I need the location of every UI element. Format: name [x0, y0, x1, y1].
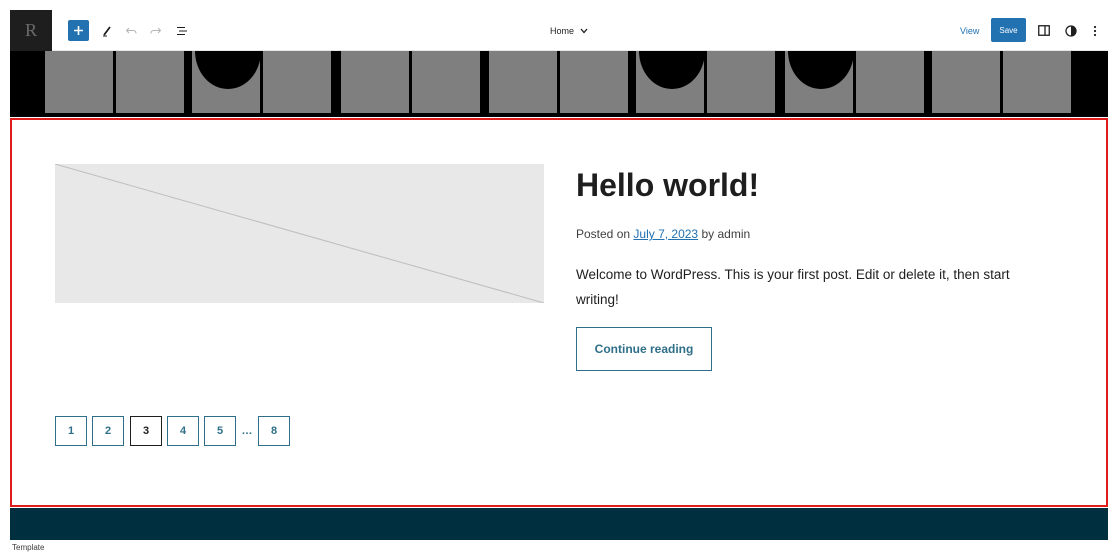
site-logo[interactable]: R	[10, 10, 52, 51]
page-number: 1	[67, 425, 75, 437]
tools-button[interactable]	[98, 10, 116, 51]
page-link-last[interactable]: 8	[258, 416, 290, 446]
footer-template-part[interactable]	[10, 508, 1108, 540]
meta-by: by	[701, 227, 715, 241]
styles-button[interactable]	[1062, 10, 1080, 51]
page-number: 5	[216, 425, 224, 437]
post-meta: Posted on July 7, 2023 by admin	[576, 227, 750, 241]
document-title: Home	[550, 25, 575, 36]
site-logo-glyph: R	[24, 20, 37, 40]
plus-icon	[74, 26, 83, 35]
post-date-link[interactable]: July 7, 2023	[633, 227, 698, 241]
page-link-5[interactable]: 5	[204, 416, 236, 446]
post-excerpt: Welcome to WordPress. This is your first…	[576, 267, 1010, 307]
meta-prefix: Posted on	[576, 227, 631, 241]
query-loop-block[interactable]: Hello world! Posted on July 7, 2023 by a…	[10, 118, 1108, 507]
block-breadcrumb[interactable]: Template	[12, 543, 44, 552]
post-title[interactable]: Hello world!	[576, 164, 759, 206]
header-pattern	[10, 51, 1108, 117]
featured-image-placeholder[interactable]	[54, 163, 545, 304]
list-view-button[interactable]	[174, 10, 190, 51]
page-number: 2	[104, 425, 112, 437]
save-label: Save	[999, 25, 1018, 35]
document-title-selector[interactable]: Home	[550, 10, 588, 51]
sidebar-toggle-icon	[1038, 25, 1050, 36]
pagination-ellipsis: …	[241, 425, 253, 437]
chevron-down-icon	[580, 28, 588, 33]
half-circle-icon	[1065, 24, 1077, 37]
view-label: View	[960, 25, 980, 36]
page-link-1[interactable]: 1	[55, 416, 87, 446]
undo-icon	[125, 27, 137, 34]
settings-toggle-button[interactable]	[1035, 10, 1053, 51]
view-button[interactable]: View	[960, 10, 979, 51]
list-view-icon	[177, 26, 187, 35]
redo-button[interactable]	[148, 10, 164, 51]
page-current-3: 3	[130, 416, 162, 446]
page-number: 3	[142, 425, 150, 437]
post-author: admin	[717, 227, 751, 241]
page-number: 8	[270, 425, 278, 437]
more-vertical-icon	[1093, 25, 1097, 36]
options-button[interactable]	[1088, 10, 1102, 51]
redo-icon	[150, 27, 162, 34]
page-link-4[interactable]: 4	[167, 416, 199, 446]
continue-reading-button[interactable]: Continue reading	[576, 327, 712, 371]
page-number: 4	[179, 425, 187, 437]
undo-button[interactable]	[123, 10, 139, 51]
save-button[interactable]: Save	[991, 18, 1026, 42]
continue-reading-label: Continue reading	[594, 342, 694, 356]
placeholder-diagonal	[54, 163, 545, 304]
pencil-icon	[103, 25, 111, 36]
add-block-button[interactable]	[68, 20, 89, 41]
page-link-2[interactable]: 2	[92, 416, 124, 446]
header-image	[10, 51, 1108, 117]
editor-toolbar: R Home View Save	[10, 10, 1108, 51]
